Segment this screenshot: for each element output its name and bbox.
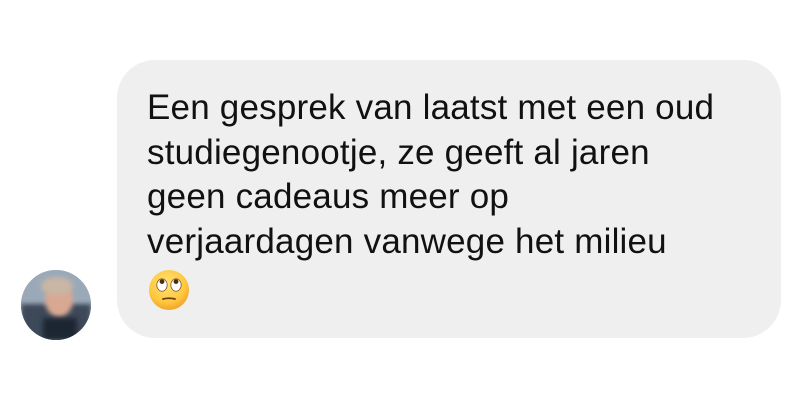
message-text: Een gesprek van laatst met een oud studi… <box>147 86 751 264</box>
message-line: studiegenootje, ze geeft al jaren <box>147 132 650 172</box>
avatar[interactable] <box>21 270 91 340</box>
message-line: geen cadeaus meer op <box>147 177 510 216</box>
message-line: Een gesprek van laatst met een oud <box>147 88 715 127</box>
avatar-photo-icon <box>21 270 91 340</box>
incoming-message-row: Een gesprek van laatst met een oud studi… <box>0 0 800 420</box>
face-with-rolling-eyes-icon <box>147 268 191 312</box>
chat-screen: Een gesprek van laatst met een oud studi… <box>0 0 800 420</box>
message-line: verjaardagen vanwege het milieu <box>147 221 667 261</box>
message-bubble[interactable]: Een gesprek van laatst met een oud studi… <box>117 60 781 338</box>
